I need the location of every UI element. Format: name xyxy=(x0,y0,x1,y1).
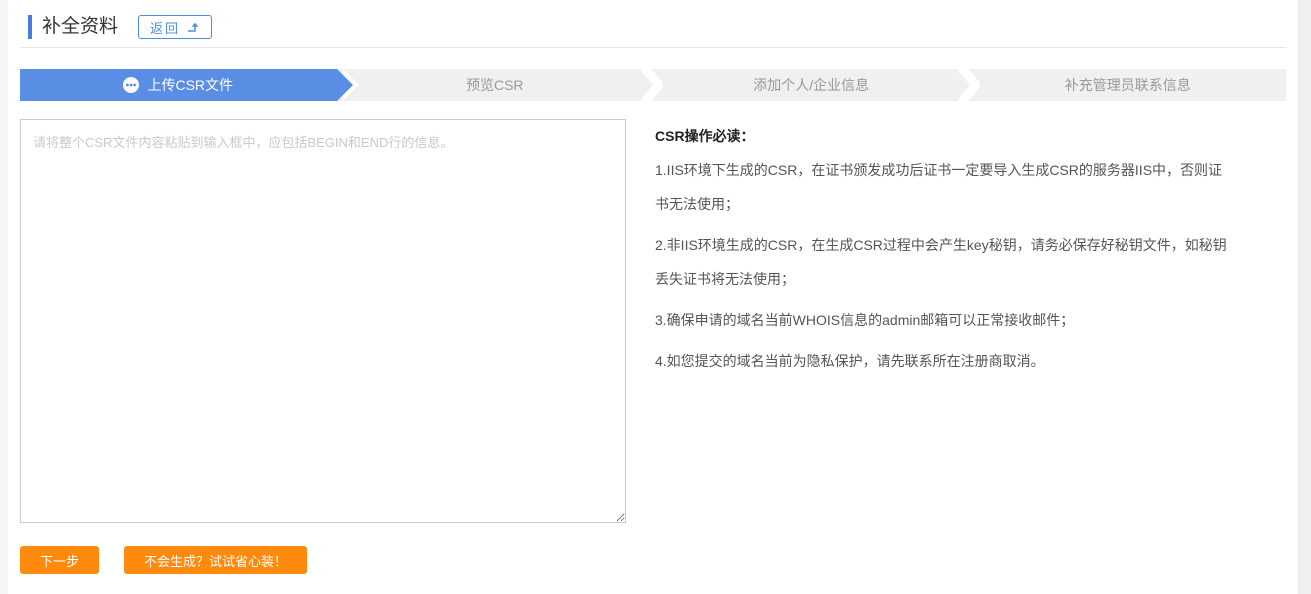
return-arrow-icon xyxy=(187,22,200,33)
step-add-info: 添加个人/企业信息 xyxy=(653,69,970,101)
next-step-button[interactable]: 下一步 xyxy=(20,546,99,574)
page-edge-right xyxy=(1298,0,1311,594)
content-area: 补全资料 返回 上传CSR文件 xyxy=(8,0,1298,574)
chevron-right-icon xyxy=(641,69,663,104)
ellipsis-icon xyxy=(123,77,139,93)
notice-item: 1.IIS环境下生成的CSR，在证书颁发成功后证书一定要导入生成CSR的服务器I… xyxy=(655,153,1235,221)
back-button[interactable]: 返回 xyxy=(138,15,212,39)
csr-notice-panel: CSR操作必读： 1.IIS环境下生成的CSR，在证书颁发成功后证书一定要导入生… xyxy=(655,119,1235,385)
step-label: 补充管理员联系信息 xyxy=(1065,75,1191,95)
page-edge-left xyxy=(0,0,8,594)
step-preview-csr: 预览CSR xyxy=(337,69,654,101)
main-area: CSR操作必读： 1.IIS环境下生成的CSR，在证书颁发成功后证书一定要导入生… xyxy=(20,119,1286,523)
notice-heading: CSR操作必读： xyxy=(655,119,1235,153)
easy-install-button[interactable]: 不会生成？试试省心装！ xyxy=(124,546,307,574)
page-header: 补全资料 返回 xyxy=(20,14,1286,40)
notice-item: 2.非IIS环境生成的CSR，在生成CSR过程中会产生key秘钥，请务必保存好秘… xyxy=(655,228,1235,296)
back-button-label: 返回 xyxy=(150,18,180,37)
action-bar: 下一步 不会生成？试试省心装！ xyxy=(20,546,1286,574)
chevron-right-icon xyxy=(957,69,979,104)
wizard-stepper: 上传CSR文件 预览CSR 添加个人/企业信息 补充管理员联系信息 xyxy=(20,69,1286,101)
step-label: 上传CSR文件 xyxy=(147,75,233,95)
step-upload-csr: 上传CSR文件 xyxy=(20,69,337,101)
header-divider xyxy=(20,47,1286,48)
notice-item: 3.确保申请的域名当前WHOIS信息的admin邮箱可以正常接收邮件； xyxy=(655,303,1235,337)
step-label: 预览CSR xyxy=(466,75,524,95)
page-title: 补全资料 xyxy=(28,15,118,39)
notice-item: 4.如您提交的域名当前为隐私保护，请先联系所在注册商取消。 xyxy=(655,344,1235,378)
step-arrow-icon xyxy=(337,69,353,101)
step-label: 添加个人/企业信息 xyxy=(753,75,869,95)
step-admin-contact: 补充管理员联系信息 xyxy=(970,69,1287,101)
csr-input[interactable] xyxy=(20,119,626,523)
